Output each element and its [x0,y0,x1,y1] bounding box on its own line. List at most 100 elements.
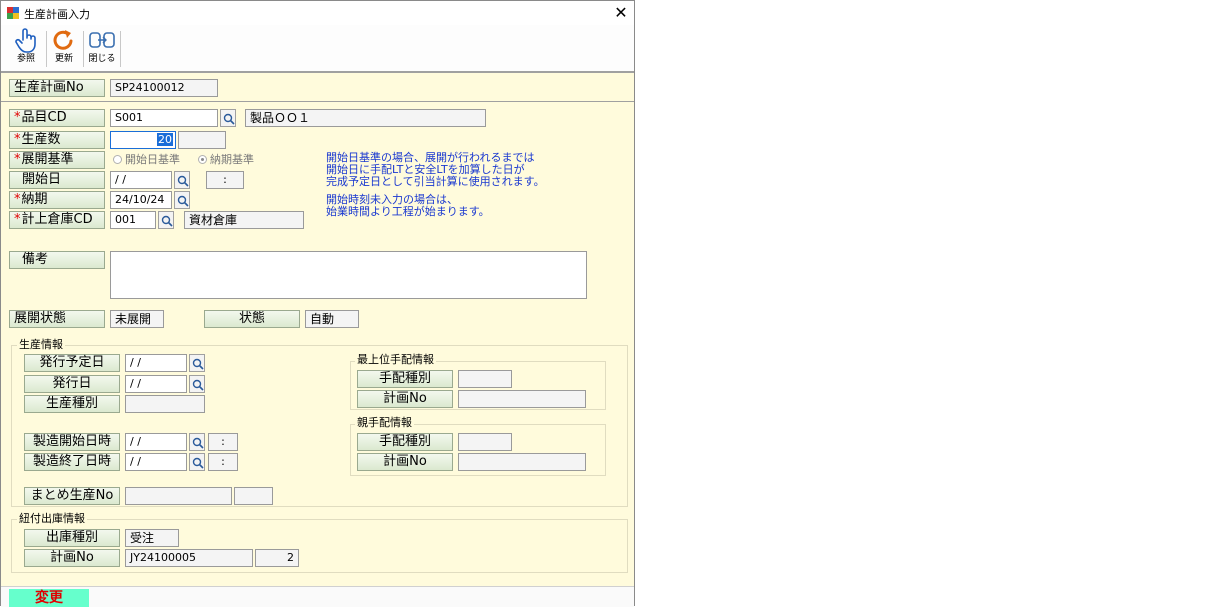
shipping-type-field: 受注 [125,529,179,547]
remarks-label: 備考 [9,251,105,269]
shipping-plan-label: 計画No [24,549,120,567]
toolbar: 参照 更新 閉じる [1,25,634,71]
info-note-line3: 完成予定日として引当計算に使用されます。 [326,175,545,188]
toolbar-divider [1,71,634,73]
mfg-end-label: 製造終了日時 [24,453,120,471]
due-date-input[interactable]: 24/10/24 [110,191,172,209]
mfg-start-calendar-button[interactable] [189,433,205,451]
remarks-label-text: 備考 [22,252,49,267]
radio-due-date-basis-label: 納期基準 [210,153,254,166]
reference-label: 参照 [16,54,35,64]
start-date-label: 開始日 [9,171,105,189]
shipping-info-title: 紐付出庫情報 [17,512,87,525]
refresh-icon [53,30,73,50]
mfg-end-calendar-button[interactable] [189,453,205,471]
shipping-type-label: 出庫種別 [24,529,120,547]
top-arrangement-plan-label: 計画No [357,390,453,408]
due-date-label: *納期 [9,191,105,209]
pointing-hand-icon [15,28,36,53]
window-title: 生産計画入力 [24,8,90,21]
info-note: 開始日基準の場合、展開が行われるまでは 開始日に手配LTと安全LTを加算した日が… [326,152,545,218]
batch-no-label: まとめ生産No [24,487,120,505]
item-code-label: *品目CD [9,109,105,127]
reference-button[interactable]: 参照 [9,27,43,71]
start-date-calendar-button[interactable] [174,171,190,189]
app-icon [7,7,19,19]
mfg-start-date-input[interactable]: / / [125,433,187,451]
parent-arrangement-plan-label: 計画No [357,453,453,471]
expand-basis-required-mark: * [14,152,21,167]
mfg-end-date-input[interactable]: / / [125,453,187,471]
item-name-field: 製品ＯＯ１ [245,109,486,127]
expand-status-field: 未展開 [110,310,164,328]
status-strip: 変更 [1,586,634,607]
expand-status-label-text: 展開状態 [14,311,67,326]
close-window-button[interactable]: ✕ [611,3,631,23]
mfg-start-time-input[interactable]: : [208,433,238,451]
expand-basis-label: *展開基準 [9,151,105,169]
radio-start-date-basis-label: 開始日基準 [125,153,180,166]
status-label: 状態 [204,310,300,328]
issue-plan-date-label: 発行予定日 [24,354,120,372]
due-date-required-mark: * [14,192,21,207]
production-type-label: 生産種別 [24,395,120,413]
qty-unit-field [178,131,226,149]
search-icon [223,113,235,125]
warehouse-label: *計上倉庫CD [9,211,105,229]
batch-no-sub-field [234,487,273,505]
expand-status-label: 展開状態 [9,310,105,328]
start-date-input[interactable]: / / [110,171,172,189]
plan-no-field[interactable]: SP24100012 [110,79,218,97]
production-info-title: 生産情報 [17,338,65,351]
radio-due-date-basis[interactable]: 納期基準 [198,152,254,168]
warehouse-search-button[interactable] [158,211,174,229]
search-icon [192,457,204,469]
item-code-input[interactable]: S001 [110,109,218,127]
warehouse-code-input[interactable]: 001 [110,211,156,229]
issue-date-input[interactable]: / / [125,375,187,393]
close-label: 閉じる [88,54,116,64]
batch-no-field [125,487,232,505]
qty-label-text: 生産数 [21,132,61,147]
mode-indicator: 変更 [9,589,89,607]
shipping-line-no-field: 2 [255,549,299,567]
due-date-label-text: 納期 [21,192,48,207]
top-arrangement-plan-field [458,390,586,408]
search-icon [192,358,204,370]
update-button[interactable]: 更新 [47,27,81,71]
qty-value: 20 [157,133,173,146]
issue-date-label: 発行日 [24,375,120,393]
radio-dot-due [198,155,207,164]
update-label: 更新 [54,54,73,64]
due-date-calendar-button[interactable] [174,191,190,209]
close-button[interactable]: 閉じる [85,27,119,71]
qty-input[interactable]: 20 [110,131,176,149]
production-plan-window: 生産計画入力 ✕ 参照 更新 閉じる 生産計画No SP24100012 *品目… [0,0,635,607]
item-code-label-text: 品目CD [21,110,67,125]
warehouse-name-field: 資材倉庫 [184,211,304,229]
parent-arrangement-plan-field [458,453,586,471]
search-icon [192,437,204,449]
info-note-line5: 始業時間より工程が始まります。 [326,205,490,218]
qty-label: *生産数 [9,131,105,149]
warehouse-required-mark: * [14,212,21,227]
item-search-button[interactable] [220,109,236,127]
expand-basis-label-text: 展開基準 [21,152,74,167]
issue-date-calendar-button[interactable] [189,375,205,393]
mfg-start-label: 製造開始日時 [24,433,120,451]
qty-required-mark: * [14,132,21,147]
item-required-mark: * [14,110,21,125]
remarks-textarea[interactable] [110,251,587,299]
header-divider [1,101,634,102]
radio-start-date-basis[interactable]: 開始日基準 [113,152,180,168]
plan-no-label: 生産計画No [9,79,105,97]
search-icon [177,195,189,207]
start-time-input[interactable]: : [206,171,244,189]
issue-plan-date-input[interactable]: / / [125,354,187,372]
top-arrangement-title: 最上位手配情報 [355,353,436,366]
shipping-plan-field: JY24100005 [125,549,253,567]
warehouse-label-text: 計上倉庫CD [21,212,93,227]
parent-arrangement-title: 親手配情報 [355,416,414,429]
mfg-end-time-input[interactable]: : [208,453,238,471]
issue-plan-date-calendar-button[interactable] [189,354,205,372]
